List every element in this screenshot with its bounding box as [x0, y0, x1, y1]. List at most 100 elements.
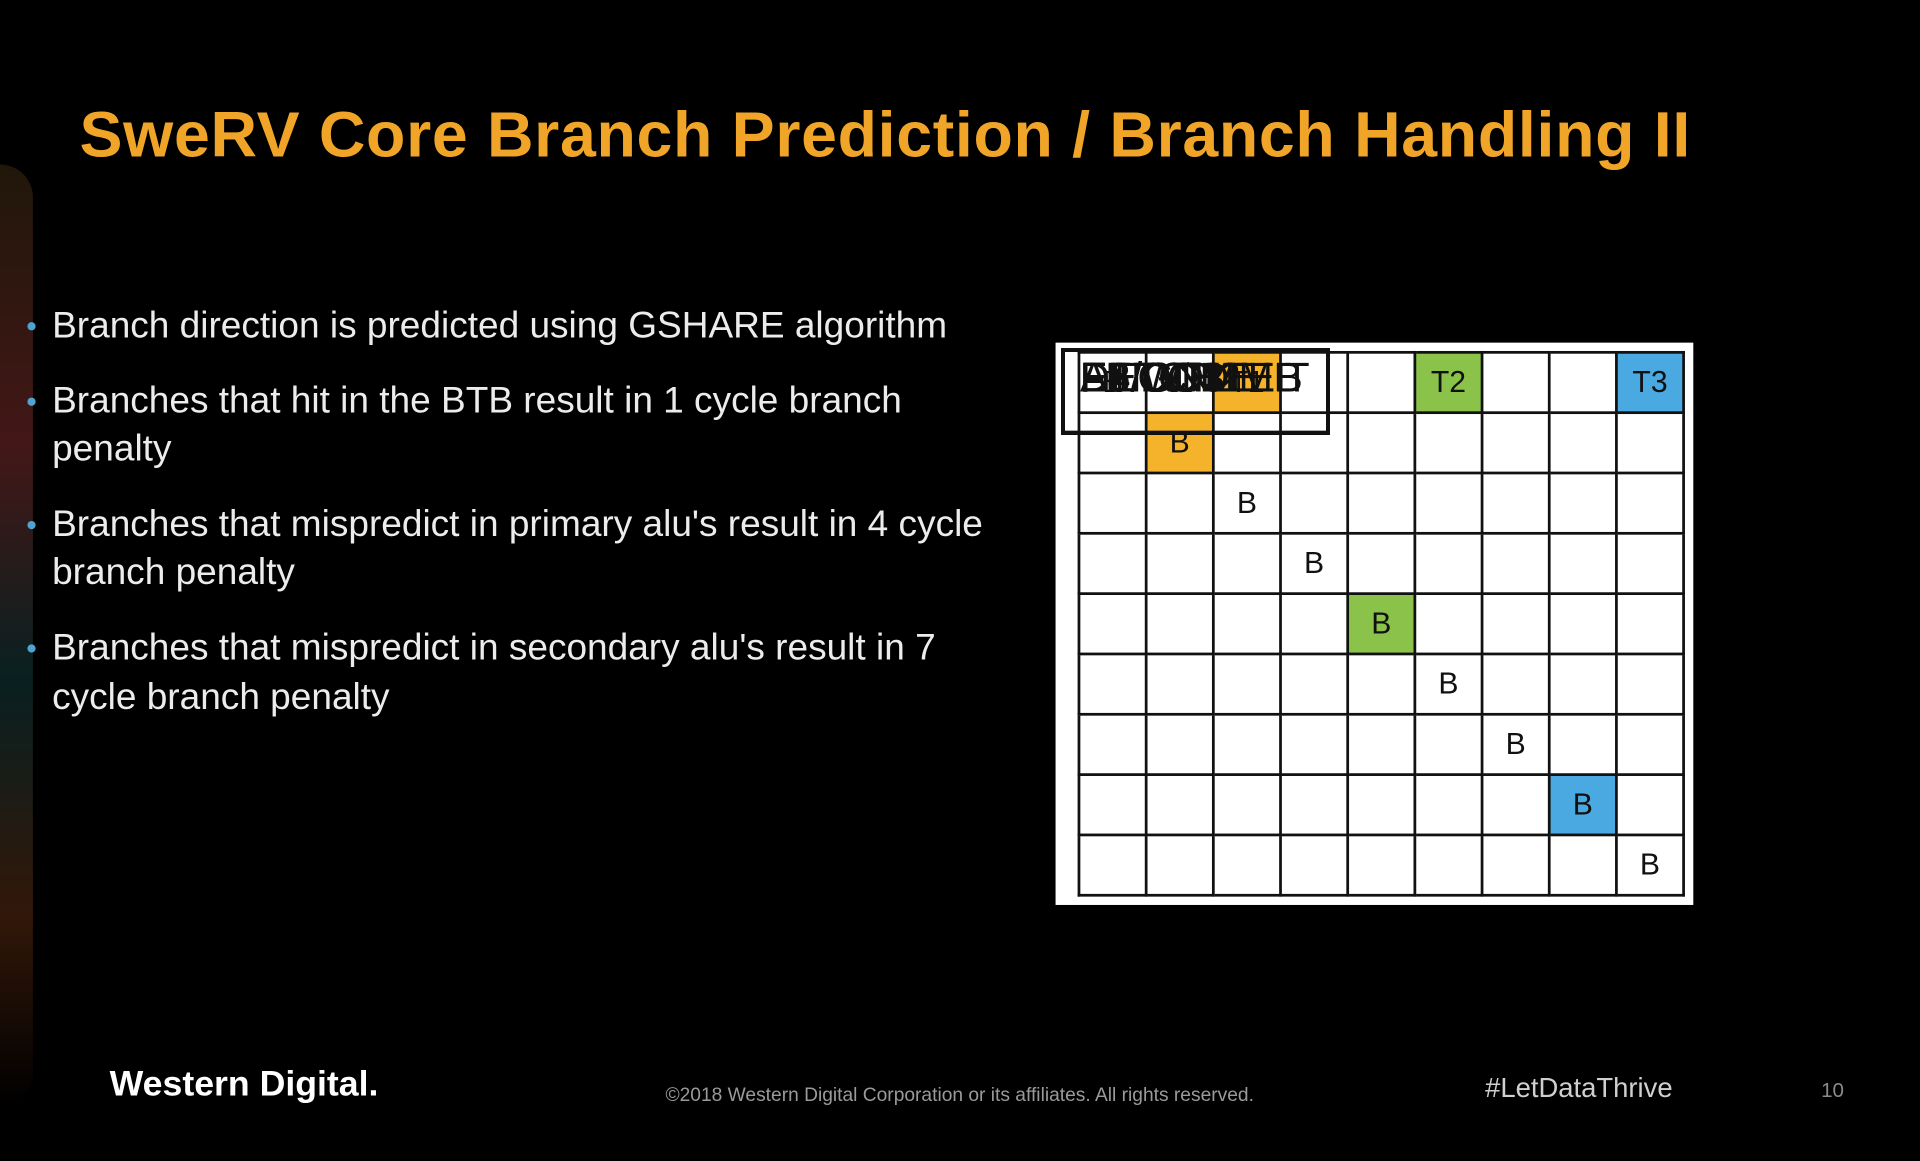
pipeline-cell: [1549, 654, 1616, 714]
spacer: [1064, 835, 1079, 895]
table-row: E2/DC2B: [1064, 654, 1684, 714]
pipeline-cell: [1348, 413, 1415, 473]
spacer: [1064, 473, 1079, 533]
pipeline-cell: [1549, 533, 1616, 593]
slide: SweRV Core Branch Prediction / Branch Ha…: [0, 0, 1919, 1160]
pipeline-cell: [1213, 594, 1280, 654]
pipeline-cell: [1549, 352, 1616, 412]
pipeline-cell: [1348, 352, 1415, 412]
pipeline-cell: [1281, 775, 1348, 835]
pipeline-cell: [1079, 473, 1146, 533]
pipeline-cell: [1281, 473, 1348, 533]
bullet-dot-icon: [27, 521, 35, 529]
table-row: E3/DC3B: [1064, 714, 1684, 774]
spacer: [1064, 775, 1079, 835]
pipeline-cell: [1616, 473, 1683, 533]
pipeline-cell: [1549, 835, 1616, 895]
bullet-text: Branches that mispredict in primary alu'…: [52, 501, 1028, 597]
pipeline-cell: [1348, 714, 1415, 774]
pipeline-cell: [1616, 413, 1683, 473]
pipeline-cell: [1616, 654, 1683, 714]
pipeline-cell: [1079, 835, 1146, 895]
pipeline-cell: [1348, 775, 1415, 835]
pipeline-cell: [1146, 533, 1213, 593]
pipeline-cell: [1079, 594, 1146, 654]
pipeline-cell: [1213, 714, 1280, 774]
pipeline-cell: [1482, 533, 1549, 593]
pipeline-cell: [1281, 654, 1348, 714]
stage-label: E5/WRITEB: [1061, 348, 1330, 434]
pipeline-cell: B: [1482, 714, 1549, 774]
pipeline-cell: [1415, 594, 1482, 654]
pipeline-cell: [1213, 835, 1280, 895]
pipeline-cell: [1482, 352, 1549, 412]
bullet-item: Branches that hit in the BTB result in 1…: [27, 377, 1028, 473]
pipeline-cell: [1146, 594, 1213, 654]
pipeline-cell: B: [1348, 594, 1415, 654]
pipeline-cell: [1616, 714, 1683, 774]
table-row: E5/WRITEBB: [1064, 835, 1684, 895]
pipeline-table-wrap: FETCH1BT1T2T3FETCH2BALIGNBDECODEBE1/DC1B…: [1056, 343, 1694, 905]
pipeline-cell: [1616, 594, 1683, 654]
pipeline-cell: [1616, 533, 1683, 593]
pipeline-cell: [1415, 835, 1482, 895]
pipeline-cell: [1146, 473, 1213, 533]
pipeline-cell: [1549, 594, 1616, 654]
pipeline-cell: T2: [1415, 352, 1482, 412]
pipeline-cell: [1348, 533, 1415, 593]
pipeline-cell: [1146, 835, 1213, 895]
pipeline-cell: [1146, 775, 1213, 835]
bullet-list: Branch direction is predicted using GSHA…: [27, 302, 1028, 748]
pipeline-cell: [1348, 473, 1415, 533]
pipeline-cell: [1415, 473, 1482, 533]
pipeline-cell: [1348, 654, 1415, 714]
hashtag-text: #LetDataThrive: [1485, 1073, 1672, 1105]
pipeline-cell: [1348, 835, 1415, 895]
bullet-dot-icon: [27, 322, 35, 330]
page-number: 10: [1821, 1079, 1844, 1102]
spacer: [1064, 714, 1079, 774]
pipeline-cell: B: [1415, 654, 1482, 714]
table-row: E4/COMMITB: [1064, 775, 1684, 835]
table-row: E1/DC1B: [1064, 594, 1684, 654]
bullet-text: Branches that mispredict in secondary al…: [52, 624, 1028, 720]
table-row: DECODEB: [1064, 533, 1684, 593]
pipeline-cell: [1482, 775, 1549, 835]
bullet-text: Branches that hit in the BTB result in 1…: [52, 377, 1028, 473]
bullet-text: Branch direction is predicted using GSHA…: [52, 302, 1028, 350]
pipeline-cell: [1415, 714, 1482, 774]
pipeline-cell: [1549, 714, 1616, 774]
pipeline-cell: B: [1281, 533, 1348, 593]
pipeline-cell: [1079, 533, 1146, 593]
pipeline-cell: [1616, 775, 1683, 835]
pipeline-cell: [1213, 775, 1280, 835]
pipeline-table: FETCH1BT1T2T3FETCH2BALIGNBDECODEBE1/DC1B…: [1064, 351, 1685, 897]
spacer: [1064, 654, 1079, 714]
pipeline-cell: [1079, 654, 1146, 714]
pipeline-cell: [1079, 714, 1146, 774]
pipeline-cell: [1079, 775, 1146, 835]
pipeline-cell: B: [1213, 473, 1280, 533]
bullet-item: Branches that mispredict in primary alu'…: [27, 501, 1028, 597]
pipeline-cell: [1281, 594, 1348, 654]
pipeline-cell: [1281, 714, 1348, 774]
pipeline-cell: [1482, 835, 1549, 895]
pipeline-cell: [1415, 413, 1482, 473]
pipeline-cell: [1482, 473, 1549, 533]
bullet-item: Branches that mispredict in secondary al…: [27, 624, 1028, 720]
pipeline-cell: [1549, 473, 1616, 533]
pipeline-cell: [1482, 413, 1549, 473]
bullet-dot-icon: [27, 645, 35, 653]
pipeline-cell: [1549, 413, 1616, 473]
pipeline-cell: [1415, 775, 1482, 835]
spacer: [1064, 594, 1079, 654]
pipeline-cell: [1482, 654, 1549, 714]
pipeline-cell: B: [1616, 835, 1683, 895]
bullet-dot-icon: [27, 398, 35, 406]
pipeline-cell: [1281, 835, 1348, 895]
slide-title: SweRV Core Branch Prediction / Branch Ha…: [80, 96, 1865, 171]
pipeline-cell: [1415, 533, 1482, 593]
spacer: [1064, 533, 1079, 593]
table-row: ALIGNB: [1064, 473, 1684, 533]
pipeline-cell: [1213, 654, 1280, 714]
